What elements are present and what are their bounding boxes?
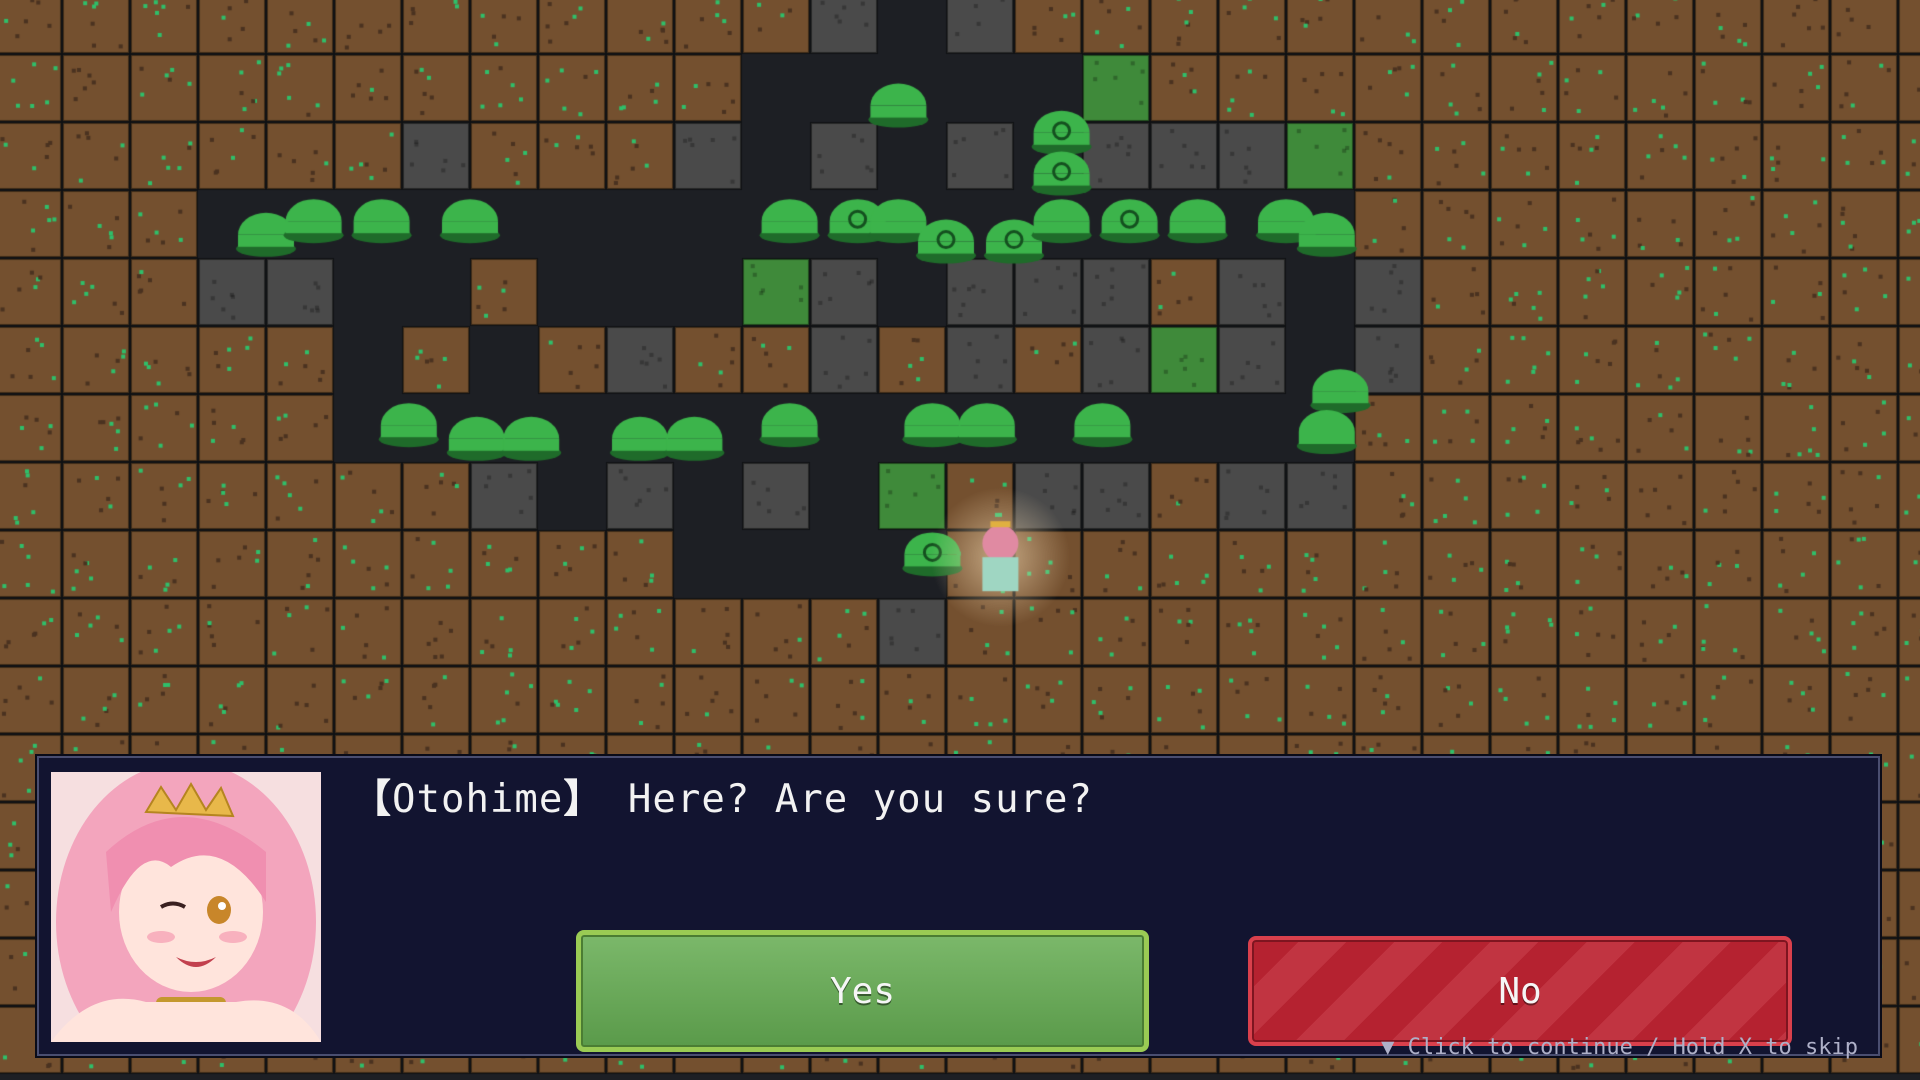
speaker-name: Otohime — [392, 777, 564, 822]
dialog-box[interactable]: 【Otohime】 Here? Are you sure? Yes No ▼ C… — [37, 756, 1880, 1060]
speaker-bracket-open: 【 — [352, 777, 393, 822]
dialog-message: 【Otohime】 Here? Are you sure? — [352, 768, 1093, 824]
otohime-portrait — [51, 772, 321, 1042]
yes-button[interactable]: Yes — [576, 930, 1149, 1052]
no-button[interactable]: No — [1248, 936, 1792, 1046]
skip-hint: ▼ Click to continue / Hold X to skip — [1381, 1035, 1858, 1060]
speaker-bracket-close: 】 — [563, 777, 604, 822]
message-text: Here? Are you sure? — [627, 777, 1094, 822]
